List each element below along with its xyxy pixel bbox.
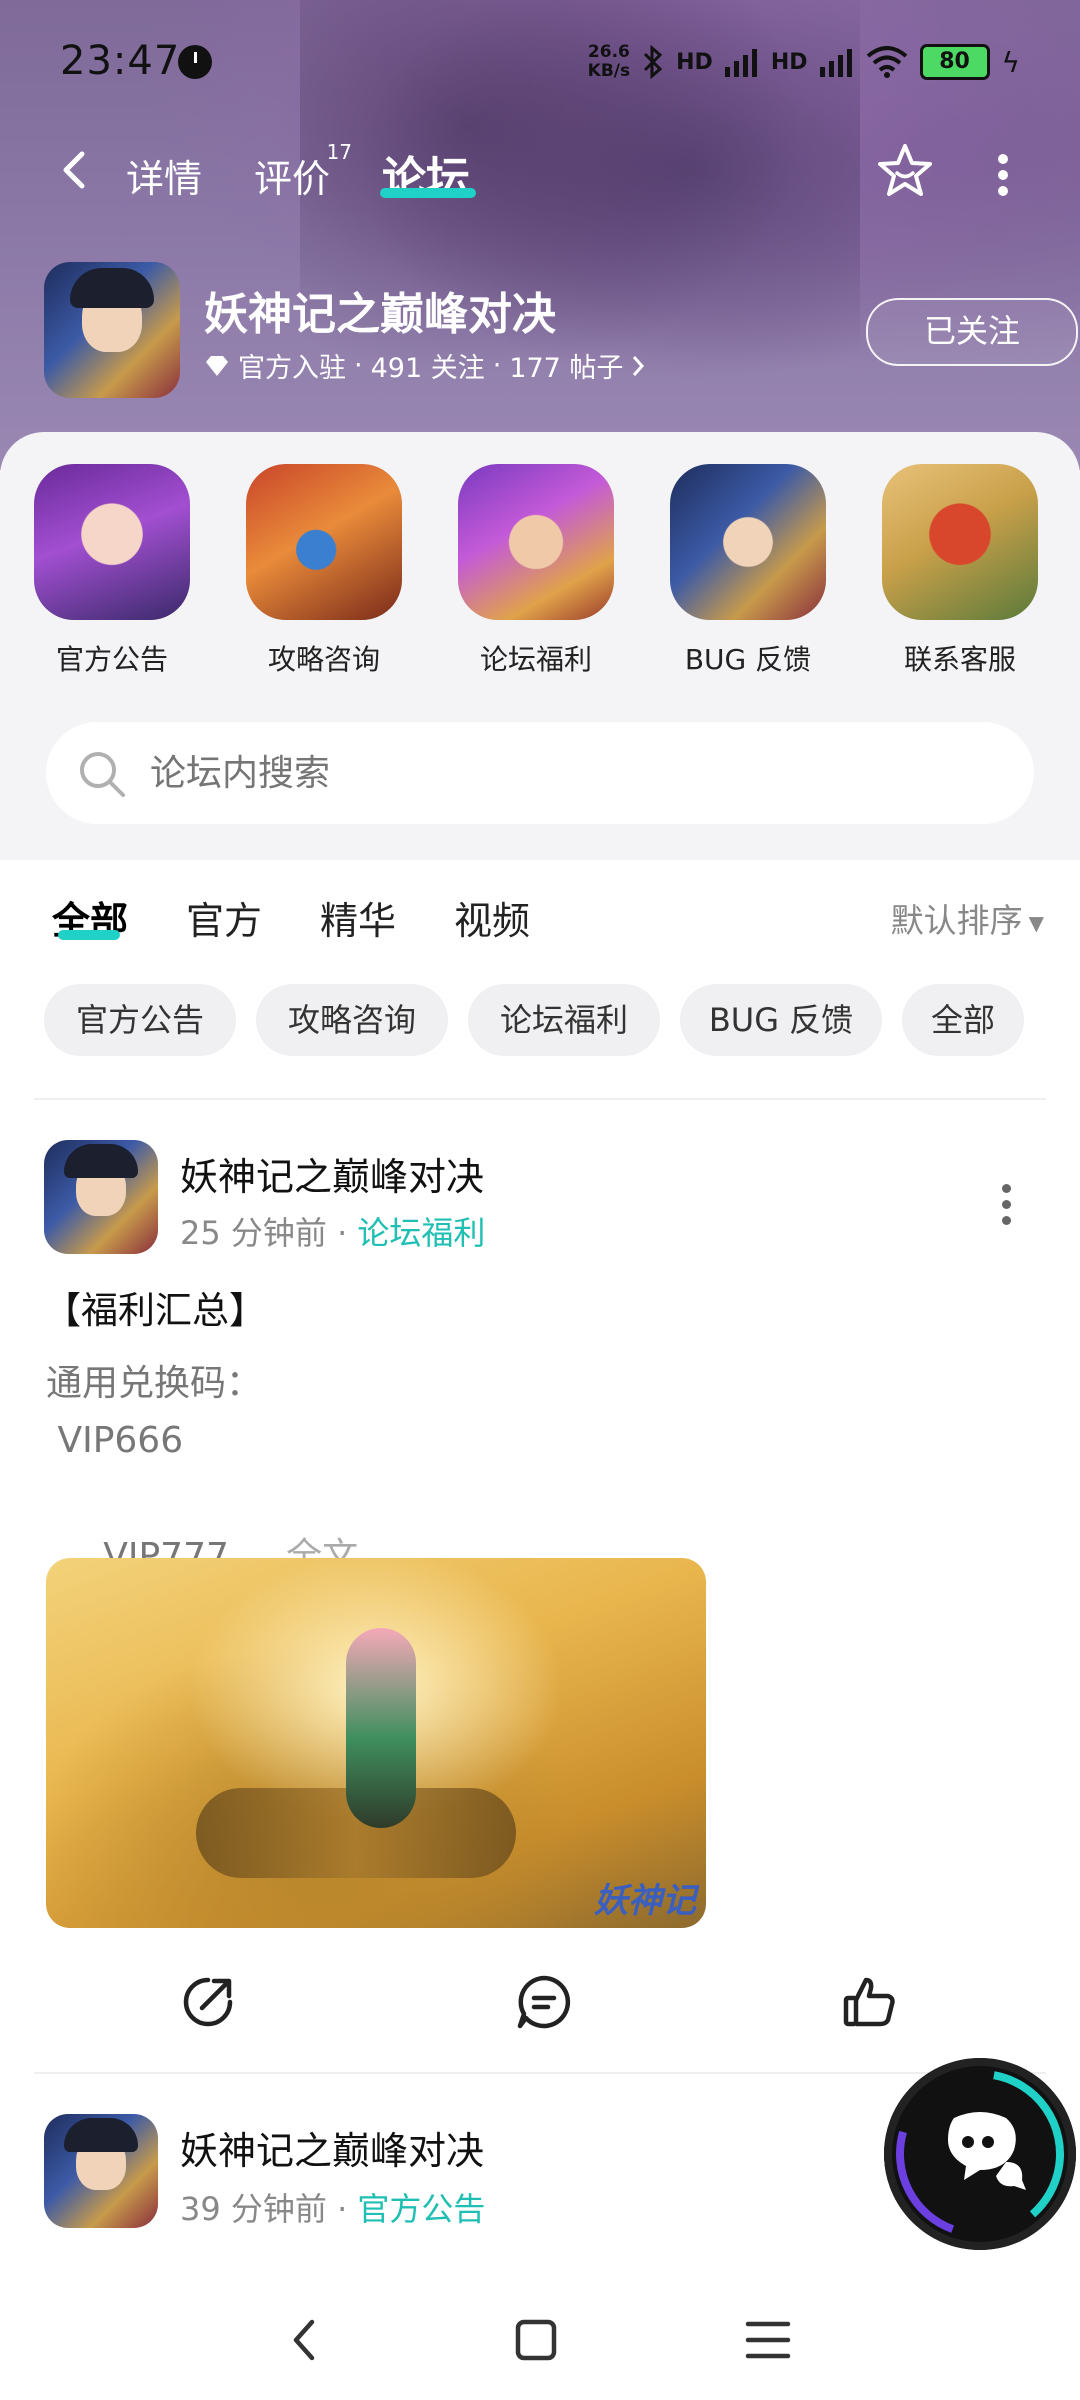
- tab-reviews[interactable]: 评价 17: [254, 140, 352, 203]
- game-logo: [44, 262, 180, 398]
- forum-search-bar[interactable]: [46, 722, 1034, 826]
- filter-tab-featured[interactable]: 精华: [320, 890, 396, 945]
- category-image: [882, 464, 1038, 620]
- chip-all[interactable]: 全部: [902, 984, 1024, 1056]
- battery-indicator: 80: [919, 44, 990, 80]
- game-info: 妖神记之巅峰对决 官方入驻 · 491 关注 · 177 帖子 已关注: [44, 262, 1078, 402]
- category-bug-report[interactable]: BUG 反馈: [668, 464, 828, 678]
- category-strategy[interactable]: 攻略咨询: [244, 464, 404, 678]
- category-official-notice[interactable]: 官方公告: [32, 464, 192, 678]
- chat-fab[interactable]: [884, 2058, 1076, 2250]
- official-label: 官方入驻: [238, 353, 346, 384]
- filter-tab-official[interactable]: 官方: [186, 890, 262, 945]
- post-tag[interactable]: 官方公告: [357, 2190, 485, 2228]
- avatar[interactable]: [44, 1140, 158, 1254]
- image-figure-shape: [346, 1628, 416, 1828]
- chip-official-notice[interactable]: 官方公告: [44, 984, 236, 1056]
- back-arrow-icon[interactable]: [56, 150, 92, 190]
- nav-menu-icon[interactable]: [738, 2310, 798, 2370]
- search-input[interactable]: [148, 722, 952, 826]
- signal-icon: [724, 49, 757, 77]
- avatar[interactable]: [44, 2114, 158, 2228]
- post-body-line: VIP666: [46, 1420, 184, 1461]
- followed-button[interactable]: 已关注: [866, 298, 1078, 366]
- signal-1-label: HD: [676, 49, 713, 75]
- nav-back-icon[interactable]: [276, 2310, 336, 2370]
- post-author[interactable]: 妖神记之巅峰对决: [180, 1146, 484, 1201]
- chip-bug-report[interactable]: BUG 反馈: [680, 984, 882, 1056]
- search-icon: [80, 752, 125, 797]
- signal-icon: [819, 49, 852, 77]
- active-filter-indicator: [58, 930, 120, 940]
- status-bar: 23:47 26.6 KB/s HD HD 80 ϟ: [0, 0, 1080, 120]
- post-image[interactable]: 妖神记: [46, 1558, 706, 1928]
- active-tab-indicator: [380, 188, 476, 198]
- post-count: 177 帖子: [509, 353, 624, 384]
- bluetooth-icon: [644, 45, 663, 79]
- chat-fab-icon: [896, 2070, 1064, 2238]
- diamond-icon: [206, 355, 228, 376]
- category-image: [458, 464, 614, 620]
- chevron-right-icon: [633, 355, 645, 376]
- sort-dropdown[interactable]: 默认排序 ▼: [891, 894, 1044, 942]
- category-image: [670, 464, 826, 620]
- status-time: 23:47: [60, 38, 181, 84]
- signal-2-label: HD: [770, 49, 808, 75]
- share-icon[interactable]: [178, 1972, 238, 2032]
- post-body-line: 通用兑换码：: [46, 1363, 263, 1404]
- follow-count: 491 关注: [370, 353, 485, 384]
- chip-strategy[interactable]: 攻略咨询: [256, 984, 448, 1056]
- filter-tab-video[interactable]: 视频: [454, 890, 530, 945]
- image-watermark: 妖神记: [594, 1881, 696, 1921]
- game-meta[interactable]: 官方入驻 · 491 关注 · 177 帖子: [204, 346, 645, 385]
- divider: [34, 1098, 1046, 1100]
- clock-icon: [178, 45, 212, 79]
- post-tag[interactable]: 论坛福利: [357, 1214, 485, 1252]
- category-customer-service[interactable]: 联系客服: [880, 464, 1040, 678]
- category-chips: 官方公告 攻略咨询 论坛福利 BUG 反馈 全部: [0, 980, 1080, 1060]
- post-meta: 39 分钟前 · 官方公告: [180, 2190, 486, 2228]
- dropdown-triangle-icon: ▼: [1028, 910, 1044, 935]
- more-vert-icon[interactable]: [996, 154, 1010, 196]
- top-nav: 详情 评价 17 论坛: [0, 130, 1080, 210]
- post-more-icon[interactable]: [1000, 1184, 1012, 1225]
- category-forum-benefits[interactable]: 论坛福利: [456, 464, 616, 678]
- star-icon[interactable]: [874, 140, 936, 202]
- charging-icon: ϟ: [1001, 45, 1020, 79]
- comment-icon[interactable]: [514, 1972, 574, 2032]
- filter-tabs: 全部 官方 精华 视频 默认排序 ▼: [0, 860, 1080, 970]
- review-count-badge: 17: [326, 140, 353, 164]
- system-nav-bar: [0, 2280, 1080, 2400]
- chip-forum-benefits[interactable]: 论坛福利: [468, 984, 660, 1056]
- category-image: [246, 464, 402, 620]
- game-title: 妖神记之巅峰对决: [204, 289, 556, 340]
- post-title: 【福利汇总】: [44, 1289, 266, 1332]
- post-author[interactable]: 妖神记之巅峰对决: [180, 2120, 484, 2175]
- game-header: 23:47 26.6 KB/s HD HD 80 ϟ 详情 评价 17 论坛 妖神…: [0, 0, 1080, 470]
- like-icon[interactable]: [840, 1972, 900, 2032]
- net-speed: 26.6 KB/s: [587, 42, 631, 81]
- tab-details[interactable]: 详情: [126, 148, 202, 203]
- category-image: [34, 464, 190, 620]
- wifi-icon: [866, 46, 907, 78]
- nav-home-icon[interactable]: [506, 2310, 566, 2370]
- post-meta: 25 分钟前 · 论坛福利: [180, 1214, 486, 1252]
- category-panel: 官方公告 攻略咨询 论坛福利 BUG 反馈 联系客服: [0, 432, 1080, 860]
